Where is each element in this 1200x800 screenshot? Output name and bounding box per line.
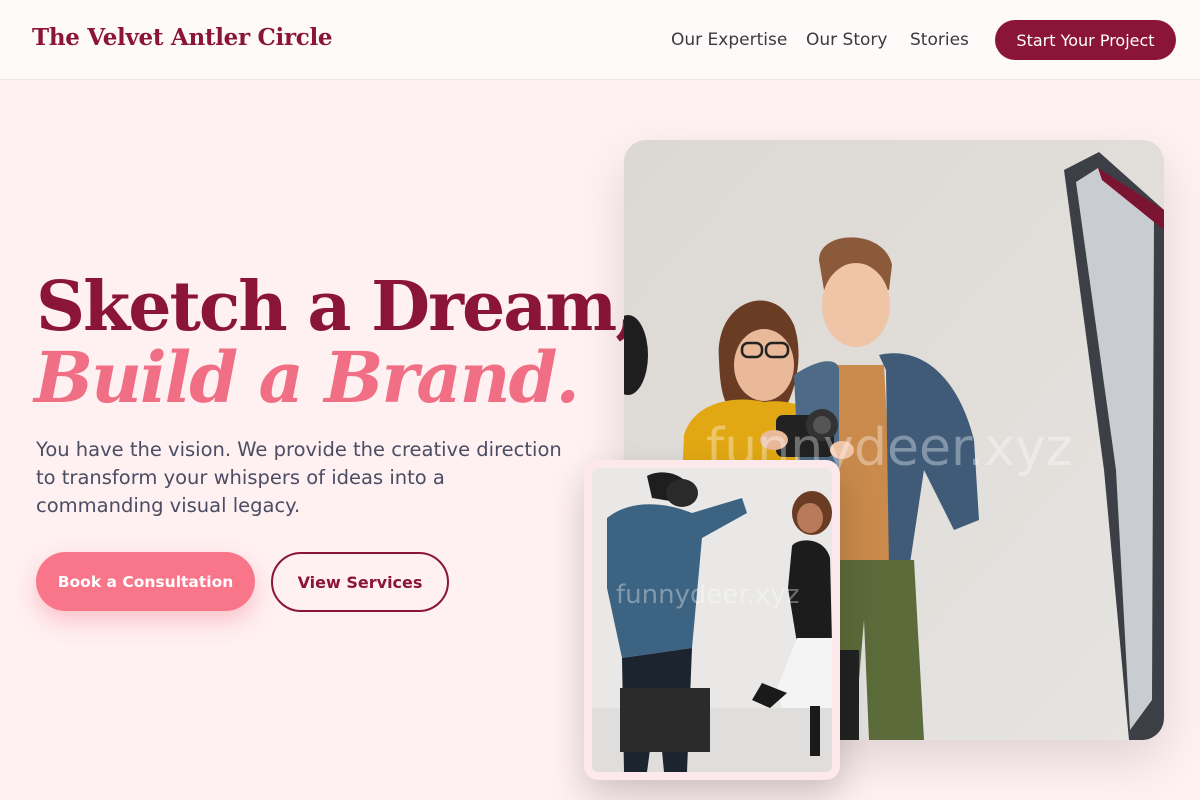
nav-our-story[interactable]: Our Story xyxy=(806,28,887,52)
hero-headline-line2: Build a Brand. xyxy=(34,336,580,419)
book-consultation-button[interactable]: Book a Consultation xyxy=(36,552,255,611)
view-services-button[interactable]: View Services xyxy=(271,552,449,612)
start-project-button[interactable]: Start Your Project xyxy=(995,20,1176,60)
hero-lead-text: You have the vision. We provide the crea… xyxy=(36,438,562,517)
site-header: The Velvet Antler Circle Our Expertise O… xyxy=(0,0,1200,80)
secondary-photo-illustration: funnydeer.xyz xyxy=(592,468,832,772)
nav-our-expertise[interactable]: Our Expertise xyxy=(671,28,787,52)
hero-secondary-photo: funnydeer.xyz xyxy=(584,460,840,780)
secondary-photo-frame: funnydeer.xyz xyxy=(592,468,832,772)
nav-stories[interactable]: Stories xyxy=(910,28,969,52)
secondary-photo-watermark: funnydeer.xyz xyxy=(616,580,799,610)
